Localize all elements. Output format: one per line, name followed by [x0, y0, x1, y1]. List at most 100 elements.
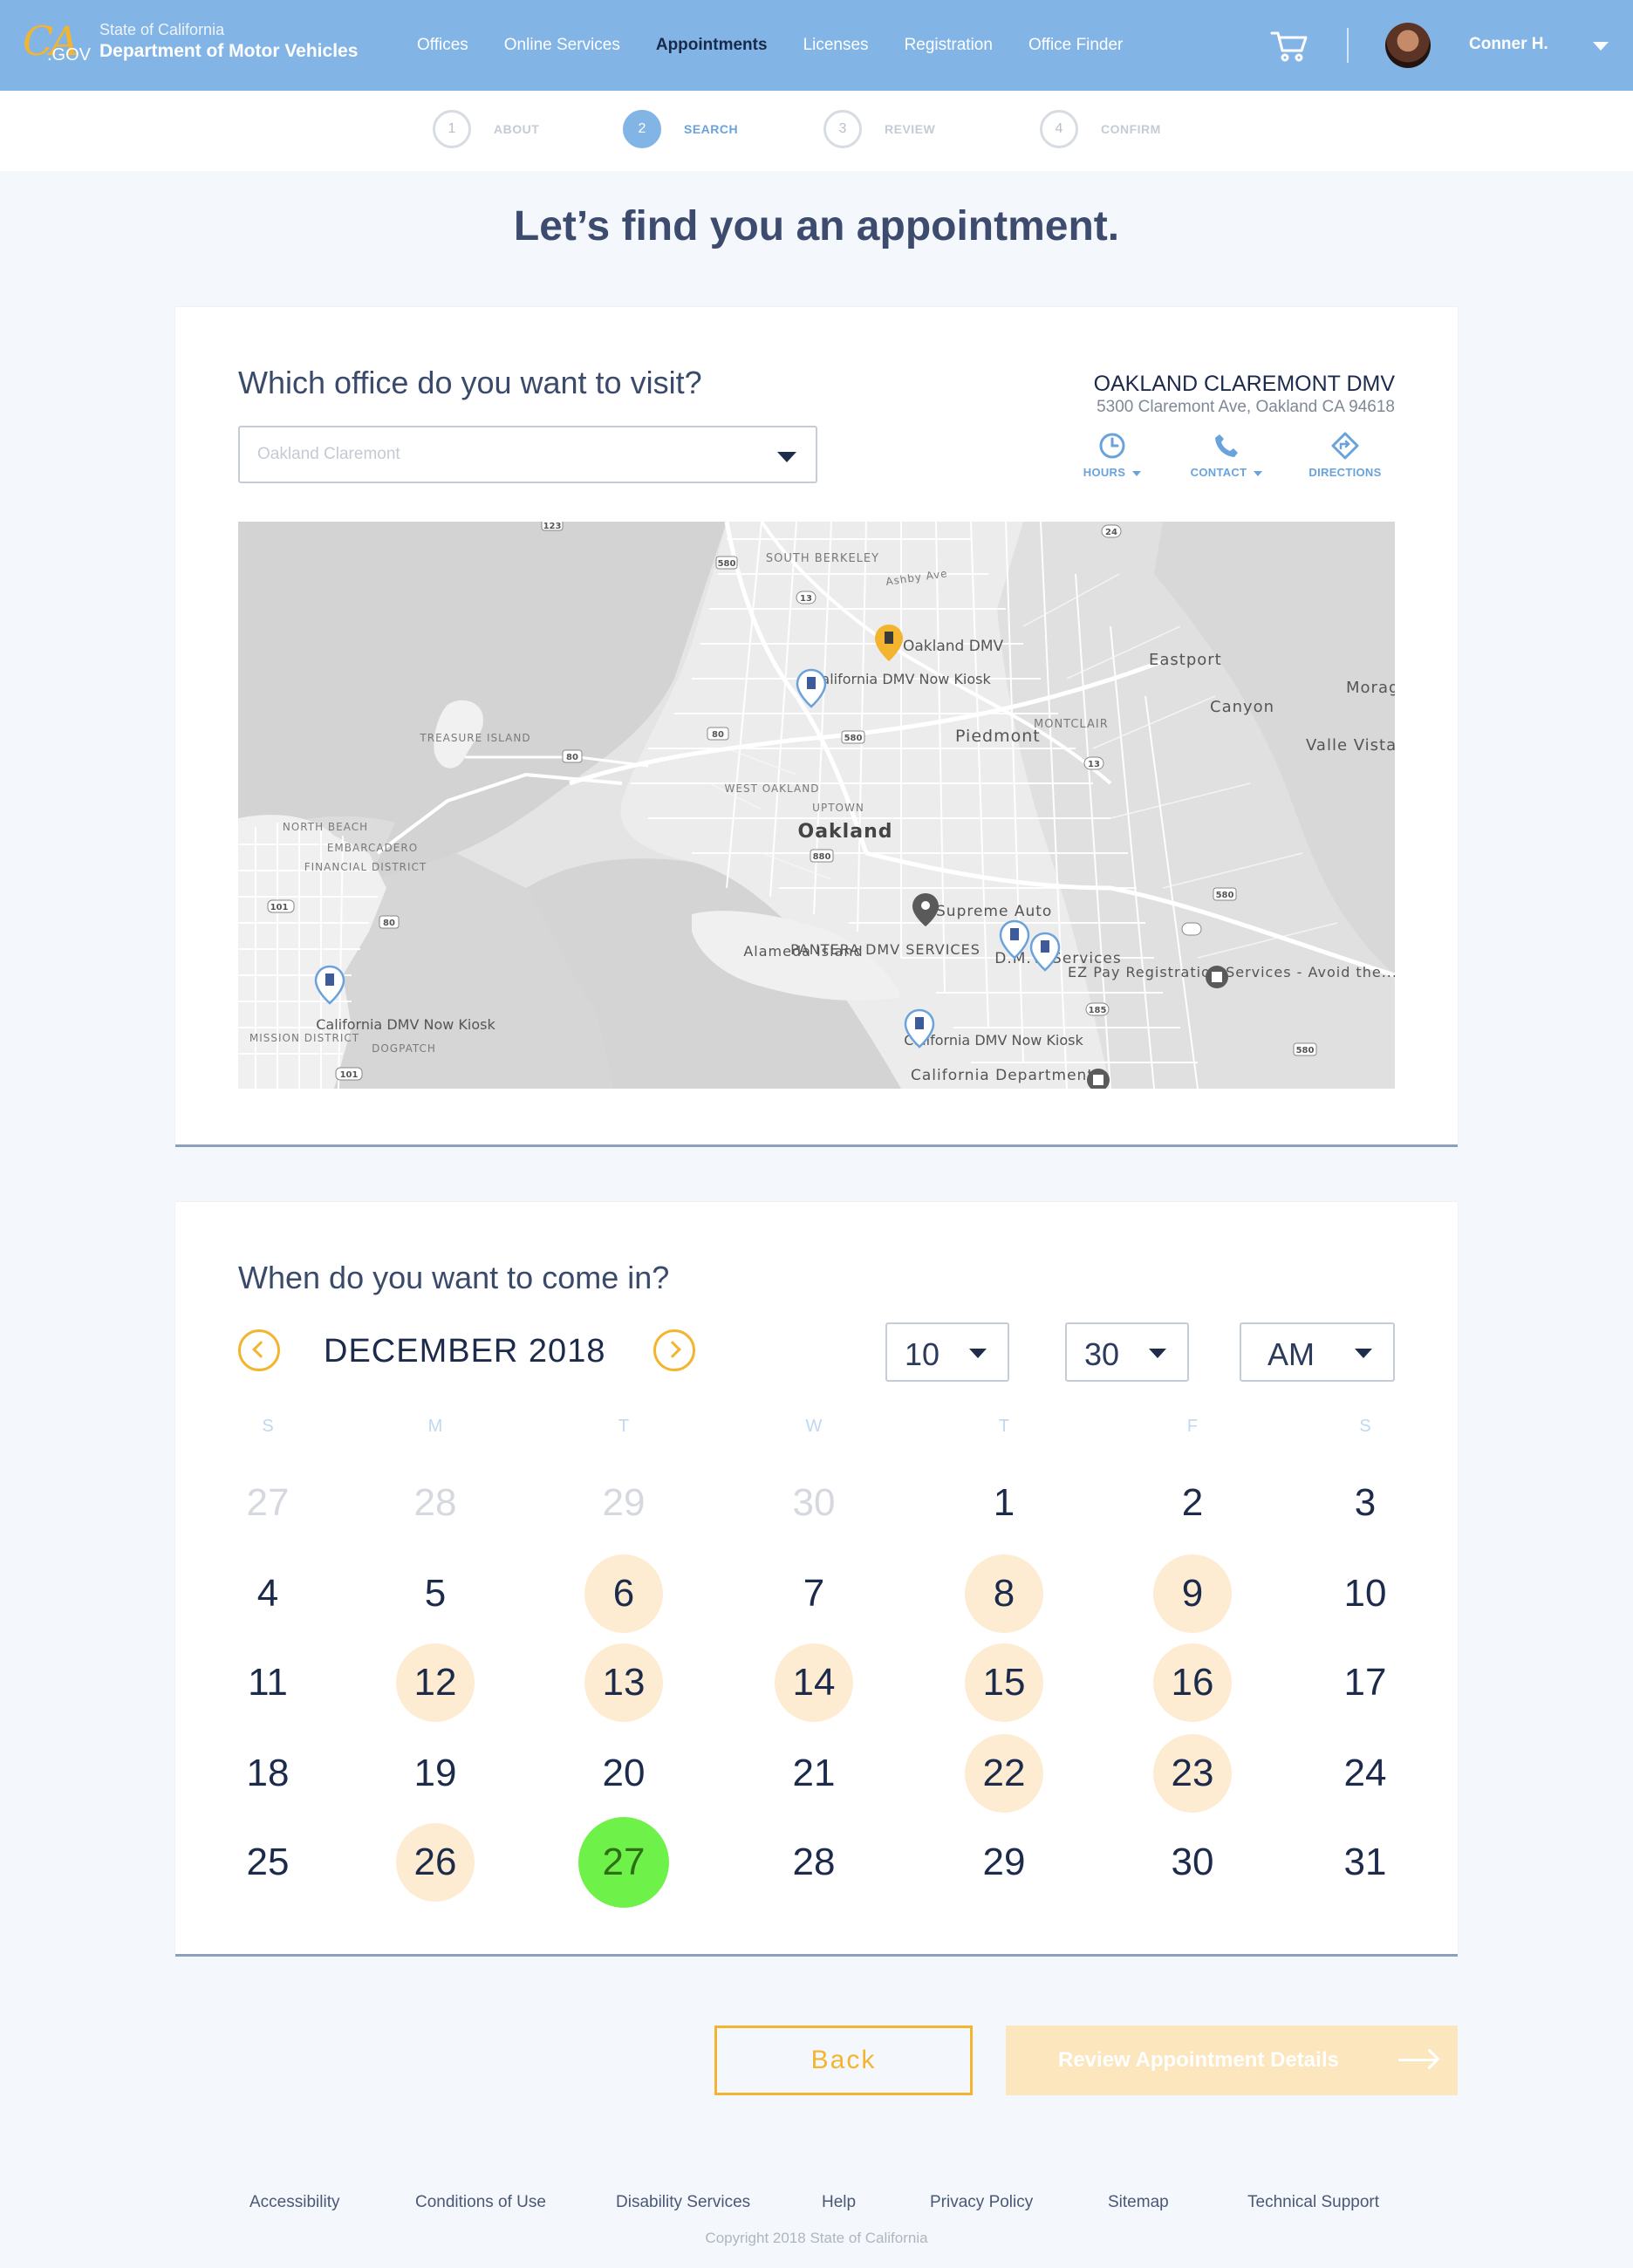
- arrow-right-icon: [1398, 2059, 1437, 2061]
- ampm-select[interactable]: AM: [1240, 1322, 1395, 1382]
- page-title: Let’s find you an appointment.: [513, 203, 1120, 249]
- user-name[interactable]: Conner H.: [1469, 35, 1548, 54]
- review-appointment-label: Review Appointment Details: [1058, 2048, 1339, 2072]
- nav-licenses[interactable]: Licenses: [803, 36, 869, 55]
- calendar-day[interactable]: 2: [1153, 1464, 1232, 1542]
- calendar-day[interactable]: 29: [965, 1823, 1043, 1902]
- calendar-day[interactable]: 19: [396, 1734, 475, 1813]
- step-search[interactable]: 2 SEARCH: [623, 110, 738, 148]
- highway-880: 880: [813, 852, 831, 862]
- calendar-day[interactable]: 13: [584, 1643, 663, 1722]
- weekday-label: T: [998, 1417, 1010, 1436]
- map-pin-ez-pay[interactable]: [1206, 966, 1228, 988]
- calendar-day[interactable]: 25: [229, 1823, 307, 1902]
- header-divider: [1347, 28, 1349, 63]
- calendar-day[interactable]: 15: [965, 1643, 1043, 1722]
- calendar-day[interactable]: 23: [1153, 1734, 1232, 1813]
- calendar-day[interactable]: 9: [1153, 1554, 1232, 1633]
- highway-24: 24: [1105, 528, 1117, 537]
- back-button[interactable]: Back: [714, 2025, 973, 2095]
- calendar-day[interactable]: 28: [775, 1823, 853, 1902]
- step-label: REVIEW: [885, 122, 936, 136]
- directions-button[interactable]: DIRECTIONS: [1297, 431, 1393, 479]
- map-label-oakland-dmv: Oakland DMV: [903, 638, 1004, 655]
- step-number: 3: [823, 110, 862, 148]
- step-number: 2: [623, 110, 661, 148]
- ca-gov-logo[interactable]: CA .GOV: [21, 17, 91, 70]
- map-label-north-beach: NORTH BEACH: [283, 821, 368, 833]
- step-number: 1: [433, 110, 471, 148]
- calendar-day[interactable]: 11: [229, 1643, 307, 1722]
- nav-office-finder[interactable]: Office Finder: [1028, 36, 1123, 55]
- calendar-day[interactable]: 14: [775, 1643, 853, 1722]
- calendar-day[interactable]: 7: [775, 1554, 853, 1633]
- hours-button[interactable]: HOURS: [1064, 431, 1160, 479]
- calendar-day[interactable]: 31: [1326, 1823, 1404, 1902]
- next-month-button[interactable]: [653, 1329, 695, 1371]
- calendar-day[interactable]: 26: [396, 1823, 475, 1902]
- calendar-day[interactable]: 1: [965, 1464, 1043, 1542]
- map-label-ez-pay: EZ Pay Registration Services - Avoid the…: [1068, 964, 1395, 980]
- calendar-day[interactable]: 12: [396, 1643, 475, 1722]
- review-appointment-button[interactable]: Review Appointment Details: [1006, 2025, 1458, 2095]
- highway-80: 80: [566, 753, 578, 762]
- brand[interactable]: State of California Department of Motor …: [99, 21, 358, 62]
- footer-disability-services[interactable]: Disability Services: [616, 2193, 750, 2212]
- office-select[interactable]: Oakland Claremont: [238, 426, 817, 483]
- chevron-left-icon: [252, 1341, 270, 1358]
- map-label-dmv-kiosk: California DMV Now Kiosk: [811, 671, 991, 687]
- footer-accessibility[interactable]: Accessibility: [249, 2193, 339, 2212]
- nav-appointments[interactable]: Appointments: [656, 36, 768, 55]
- office-address: 5300 Claremont Ave, Oakland CA 94618: [1097, 398, 1395, 416]
- footer-technical-support[interactable]: Technical Support: [1247, 2193, 1379, 2212]
- calendar-day: 27: [246, 1481, 290, 1524]
- prev-month-button[interactable]: [238, 1329, 280, 1371]
- calendar-day[interactable]: 8: [965, 1554, 1043, 1633]
- calendar-day[interactable]: 5: [396, 1554, 475, 1633]
- schedule-card: When do you want to come in? DECEMBER 20…: [175, 1202, 1458, 1954]
- phone-icon: [1215, 434, 1238, 457]
- calendar-day[interactable]: 6: [584, 1554, 663, 1633]
- calendar-day[interactable]: 16: [1153, 1643, 1232, 1722]
- footer-help[interactable]: Help: [822, 2193, 856, 2212]
- directions-icon: [1331, 432, 1359, 460]
- nav-offices[interactable]: Offices: [417, 36, 468, 55]
- office-map[interactable]: 123 580 13 24 80 80 580 880 101 80 580 1…: [238, 522, 1395, 1089]
- calendar-day[interactable]: 30: [1153, 1823, 1232, 1902]
- calendar-day[interactable]: 17: [1326, 1643, 1404, 1722]
- highway-580: 580: [1216, 891, 1234, 900]
- hour-select[interactable]: 10: [885, 1322, 1009, 1382]
- step-about[interactable]: 1 ABOUT: [433, 110, 539, 148]
- chevron-down-icon: [1132, 470, 1142, 476]
- nav-registration[interactable]: Registration: [905, 36, 993, 55]
- contact-button[interactable]: CONTACT: [1179, 431, 1274, 479]
- calendar-day[interactable]: 20: [584, 1734, 663, 1813]
- calendar-day[interactable]: 10: [1326, 1554, 1404, 1633]
- calendar-day[interactable]: 4: [229, 1554, 307, 1633]
- office-question: Which office do you want to visit?: [238, 365, 702, 400]
- weekday-label: T: [618, 1417, 630, 1436]
- step-confirm[interactable]: 4 CONFIRM: [1040, 110, 1161, 148]
- highway-580: 580: [718, 559, 736, 569]
- user-menu-chevron-down-icon[interactable]: [1593, 42, 1609, 51]
- footer-conditions-of-use[interactable]: Conditions of Use: [415, 2193, 546, 2212]
- map-canvas[interactable]: 123 580 13 24 80 80 580 880 101 80 580 1…: [238, 522, 1395, 1089]
- user-avatar[interactable]: [1385, 23, 1431, 68]
- nav-online-services[interactable]: Online Services: [504, 36, 620, 55]
- footer-privacy-policy[interactable]: Privacy Policy: [930, 2193, 1033, 2212]
- calendar-day[interactable]: 24: [1326, 1734, 1404, 1813]
- footer-sitemap[interactable]: Sitemap: [1108, 2193, 1169, 2212]
- calendar-day[interactable]: 18: [229, 1734, 307, 1813]
- step-review[interactable]: 3 REVIEW: [823, 110, 935, 148]
- minute-select[interactable]: 30: [1065, 1322, 1189, 1382]
- calendar-day-selected[interactable]: 27: [578, 1817, 669, 1908]
- chevron-down-icon: [1149, 1349, 1166, 1358]
- calendar-day[interactable]: 3: [1326, 1464, 1404, 1542]
- map-label-supreme-auto: Supreme Auto: [936, 903, 1052, 920]
- calendar-day[interactable]: 21: [775, 1734, 853, 1813]
- highway-580: 580: [844, 734, 863, 743]
- cart-icon[interactable]: [1270, 30, 1308, 63]
- schedule-question: When do you want to come in?: [238, 1260, 670, 1295]
- map-label-valle-vista: Valle Vista: [1306, 736, 1395, 755]
- calendar-day[interactable]: 22: [965, 1734, 1043, 1813]
